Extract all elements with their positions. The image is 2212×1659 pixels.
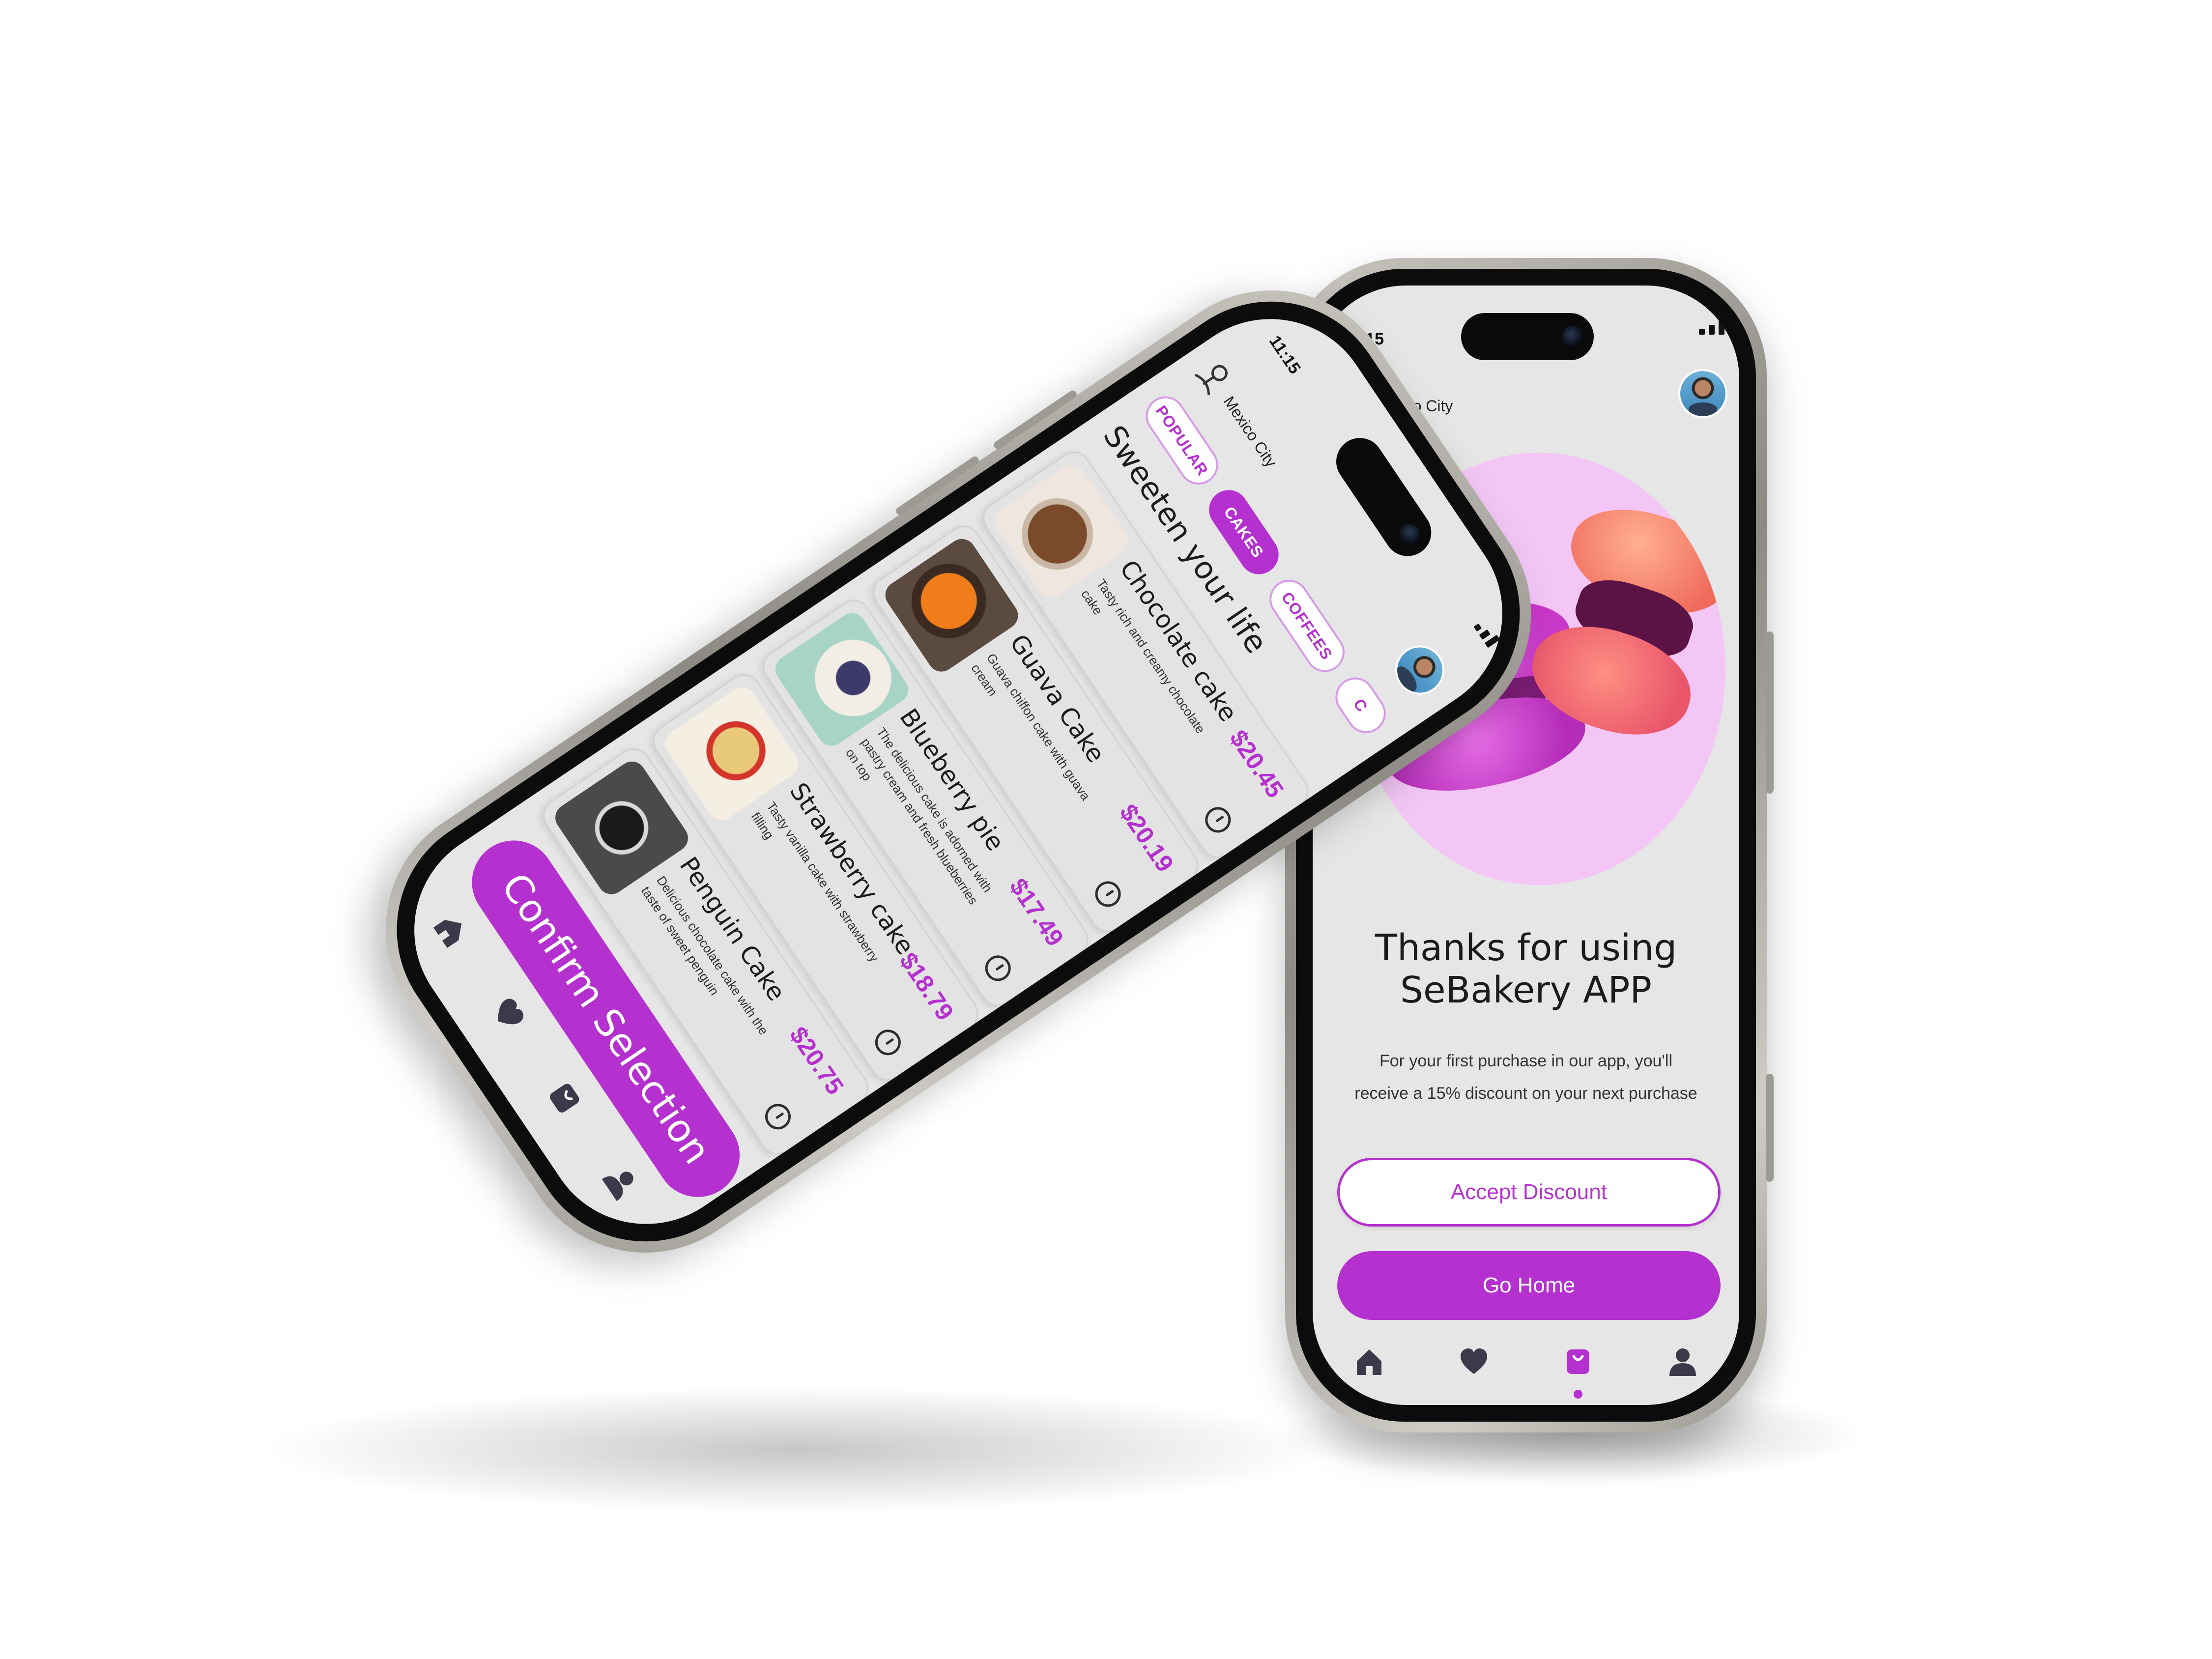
headline-line-2: SeBakery APP xyxy=(1400,969,1652,1011)
power-button xyxy=(1766,631,1774,794)
clock-icon[interactable] xyxy=(1200,802,1236,838)
location-label: Mexico City xyxy=(1220,393,1281,470)
clock-icon[interactable] xyxy=(870,1025,906,1060)
status-icons xyxy=(1699,320,1724,335)
status-icons xyxy=(1473,619,1500,648)
dynamic-island xyxy=(1461,313,1594,360)
clock-icon[interactable] xyxy=(1090,876,1126,912)
nav-bag[interactable] xyxy=(1561,1344,1595,1399)
user-icon xyxy=(1669,1348,1696,1376)
discount-message-line-2: receive a 15% discount on your next purc… xyxy=(1354,1084,1697,1103)
nav-home[interactable] xyxy=(1352,1344,1386,1379)
user-icon xyxy=(602,1172,633,1201)
avatar[interactable] xyxy=(1385,636,1454,704)
nav-profile[interactable] xyxy=(1666,1344,1700,1379)
dynamic-island xyxy=(1327,429,1440,566)
bottom-nav xyxy=(1352,1344,1700,1399)
product-price: $18.79 xyxy=(894,947,959,1026)
nav-favorites[interactable] xyxy=(1457,1344,1491,1379)
category-more[interactable]: C xyxy=(1327,670,1394,741)
home-icon xyxy=(1357,1349,1381,1375)
discount-message: For your first purchase in our app, you'… xyxy=(1313,1045,1739,1110)
clock-icon[interactable] xyxy=(980,950,1016,986)
front-camera xyxy=(1394,520,1425,550)
avatar[interactable] xyxy=(1678,369,1727,418)
product-price: $20.45 xyxy=(1224,725,1290,803)
accept-discount-button[interactable]: Accept Discount xyxy=(1337,1158,1721,1227)
home-icon xyxy=(433,919,462,948)
headline: Thanks for using SeBakery APP xyxy=(1313,927,1739,1011)
nav-favorites[interactable] xyxy=(484,990,532,1038)
signal-icon xyxy=(1473,623,1482,632)
go-home-button[interactable]: Go Home xyxy=(1337,1251,1721,1320)
headline-line-1: Thanks for using xyxy=(1375,927,1677,969)
product-price: $20.75 xyxy=(784,1022,849,1100)
bag-icon xyxy=(1567,1349,1590,1374)
front-camera xyxy=(1562,326,1584,347)
left-phone-shadow xyxy=(256,1386,1337,1514)
nav-home[interactable] xyxy=(428,907,475,954)
nav-profile[interactable] xyxy=(597,1158,645,1206)
product-price: $20.19 xyxy=(1114,799,1179,877)
active-indicator xyxy=(1574,1390,1583,1399)
side-button-lower xyxy=(1766,1074,1774,1182)
bag-icon xyxy=(550,1084,579,1113)
clock-icon[interactable] xyxy=(760,1099,796,1135)
product-price: $17.49 xyxy=(1004,873,1069,951)
nav-bag[interactable] xyxy=(541,1074,588,1122)
heart-icon xyxy=(497,999,523,1025)
status-time: 11:15 xyxy=(1265,332,1304,377)
category-coffees[interactable]: COFFEES xyxy=(1262,572,1352,680)
location-pin-icon xyxy=(1195,365,1228,396)
heart-icon xyxy=(1460,1348,1487,1374)
discount-message-line-1: For your first purchase in our app, you'… xyxy=(1379,1052,1673,1070)
signal-icon xyxy=(1699,329,1705,335)
